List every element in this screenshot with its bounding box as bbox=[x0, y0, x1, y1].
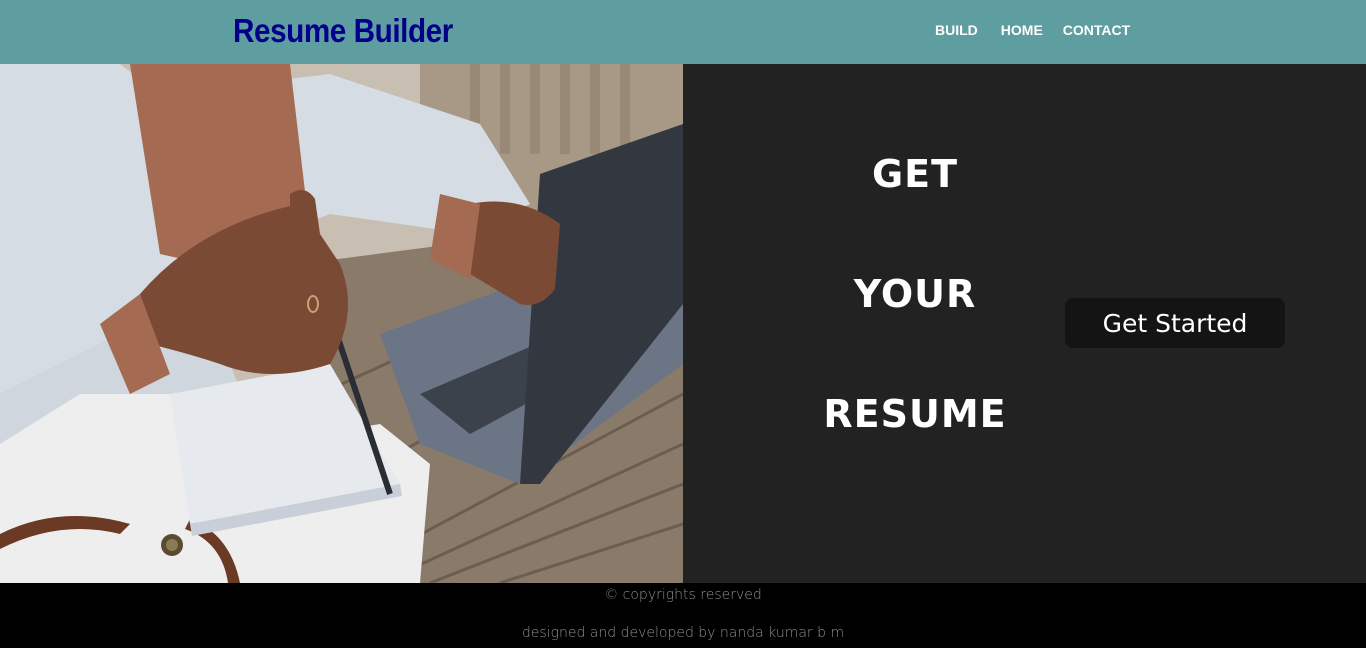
nav-build-link[interactable]: BUILD bbox=[935, 22, 978, 38]
nav-contact-link[interactable]: CONTACT bbox=[1063, 22, 1130, 38]
footer: © copyrights reserved designed and devel… bbox=[0, 583, 1366, 648]
headline-word-resume: RESUME bbox=[823, 392, 1007, 436]
footer-copyright: © copyrights reserved bbox=[604, 587, 762, 603]
footer-credit: designed and developed by nanda kumar b … bbox=[521, 625, 845, 641]
hero-panel: GET YOUR RESUME Get Started bbox=[683, 64, 1366, 583]
hero-photo bbox=[0, 64, 683, 583]
headline-word-your: YOUR bbox=[853, 272, 977, 316]
get-started-button[interactable]: Get Started bbox=[1065, 298, 1285, 348]
hero-section: GET YOUR RESUME Get Started bbox=[0, 64, 1366, 583]
nav-home-link[interactable]: HOME bbox=[1001, 22, 1043, 38]
hero-photo-illustration bbox=[0, 64, 683, 583]
navbar: Resume Builder BUILD HOME CONTACT bbox=[0, 0, 1366, 64]
headline-word-get: GET bbox=[871, 152, 959, 196]
brand-logo-link[interactable]: Resume Builder bbox=[233, 12, 453, 50]
nav-links: BUILD HOME CONTACT bbox=[935, 22, 1130, 38]
